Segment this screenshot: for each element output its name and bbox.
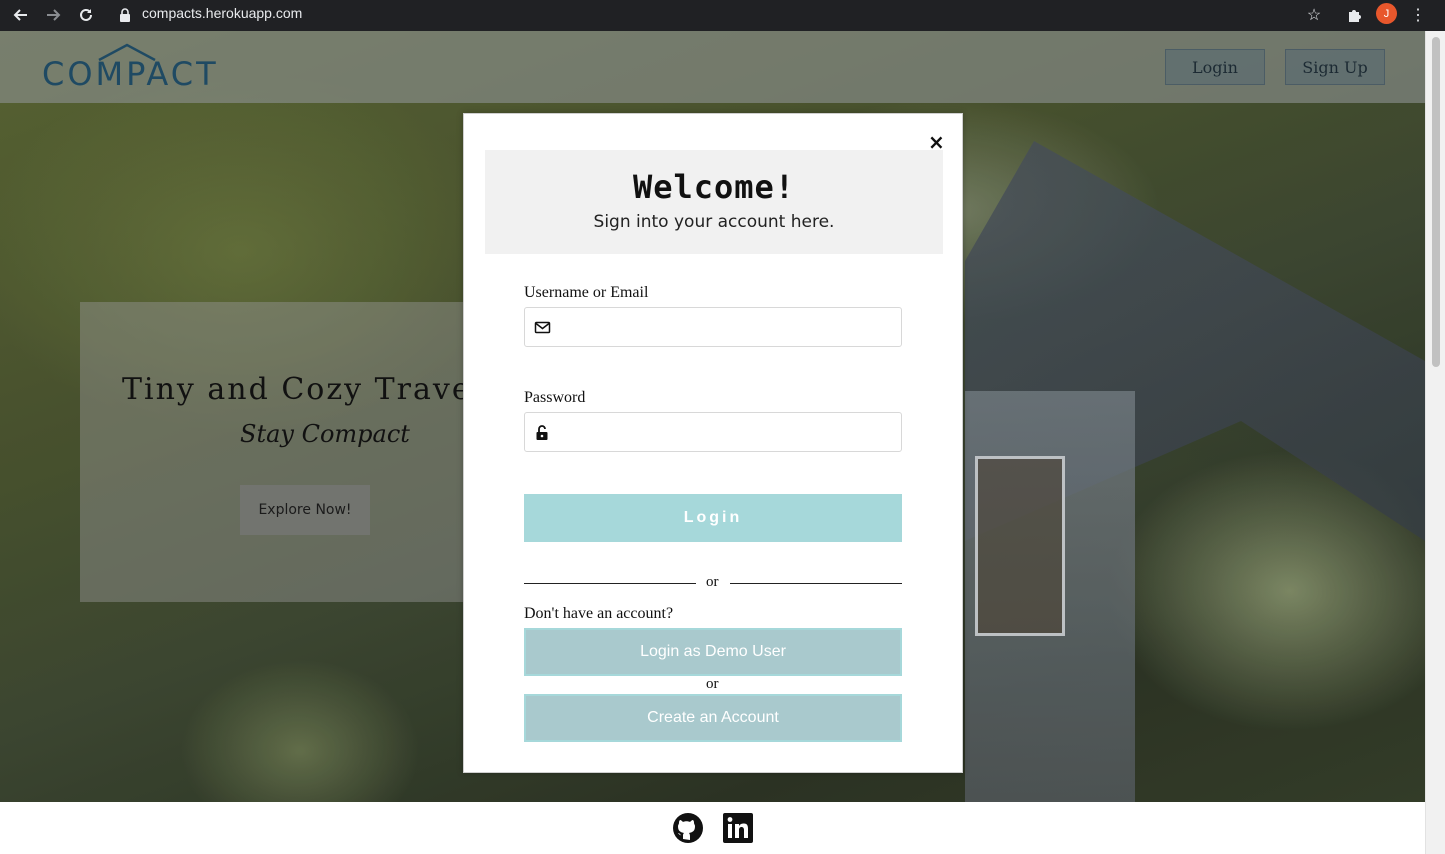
compact-logo[interactable]: COMPACT — [42, 43, 217, 93]
page-viewport: COMPACT Login Sign Up Tiny and Cozy Trav… — [0, 31, 1425, 854]
modal-title: Welcome! — [632, 168, 796, 206]
username-label: Username or Email — [524, 284, 649, 301]
create-account-button[interactable]: Create an Account — [524, 694, 902, 742]
password-label: Password — [524, 389, 586, 406]
login-modal: × Welcome! Sign into your account here. … — [463, 113, 963, 773]
linkedin-icon[interactable] — [722, 812, 754, 844]
github-icon[interactable] — [672, 812, 704, 844]
welcome-banner: Welcome! Sign into your account here. — [485, 150, 943, 254]
promo-title: Tiny and Cozy Travel — [122, 372, 484, 407]
star-icon[interactable]: ☆ — [1303, 4, 1325, 26]
username-input[interactable] — [559, 313, 894, 341]
password-input[interactable] — [559, 418, 894, 446]
password-field[interactable] — [524, 412, 902, 452]
envelope-icon — [534, 321, 551, 334]
header-login-button[interactable]: Login — [1165, 49, 1265, 85]
promo-subtitle: Stay Compact — [240, 420, 410, 448]
logo-text: COMPACT — [42, 55, 219, 93]
site-footer — [0, 802, 1425, 854]
extensions-icon[interactable] — [1343, 4, 1365, 26]
scrollbar-thumb[interactable] — [1432, 37, 1440, 367]
modal-subtitle: Sign into your account here. — [593, 212, 835, 232]
demo-login-button[interactable]: Login as Demo User — [524, 628, 902, 676]
divider-right — [730, 583, 902, 584]
unlock-icon — [536, 425, 548, 440]
no-account-text: Don't have an account? — [524, 605, 674, 622]
or-separator-text: or — [706, 676, 719, 692]
header-signup-button[interactable]: Sign Up — [1285, 49, 1385, 85]
close-icon[interactable]: × — [928, 132, 945, 152]
reload-icon[interactable] — [75, 4, 97, 26]
explore-button[interactable]: Explore Now! — [240, 485, 370, 535]
address-bar[interactable]: compacts.herokuapp.com — [142, 5, 302, 21]
promo-card: Tiny and Cozy Travel Stay Compact Explor… — [80, 302, 484, 602]
browser-toolbar: compacts.herokuapp.com ☆ J ⋮ — [0, 0, 1445, 31]
page-scrollbar[interactable] — [1425, 31, 1445, 854]
login-submit-button[interactable]: Login — [524, 494, 902, 542]
lock-icon — [120, 8, 130, 22]
username-field[interactable] — [524, 307, 902, 347]
or-divider-text: or — [706, 574, 719, 590]
back-icon[interactable] — [10, 4, 32, 26]
menu-icon[interactable]: ⋮ — [1407, 4, 1429, 26]
divider-left — [524, 583, 696, 584]
forward-icon[interactable] — [42, 4, 64, 26]
site-header: COMPACT Login Sign Up — [0, 31, 1425, 103]
profile-avatar[interactable]: J — [1376, 3, 1397, 24]
